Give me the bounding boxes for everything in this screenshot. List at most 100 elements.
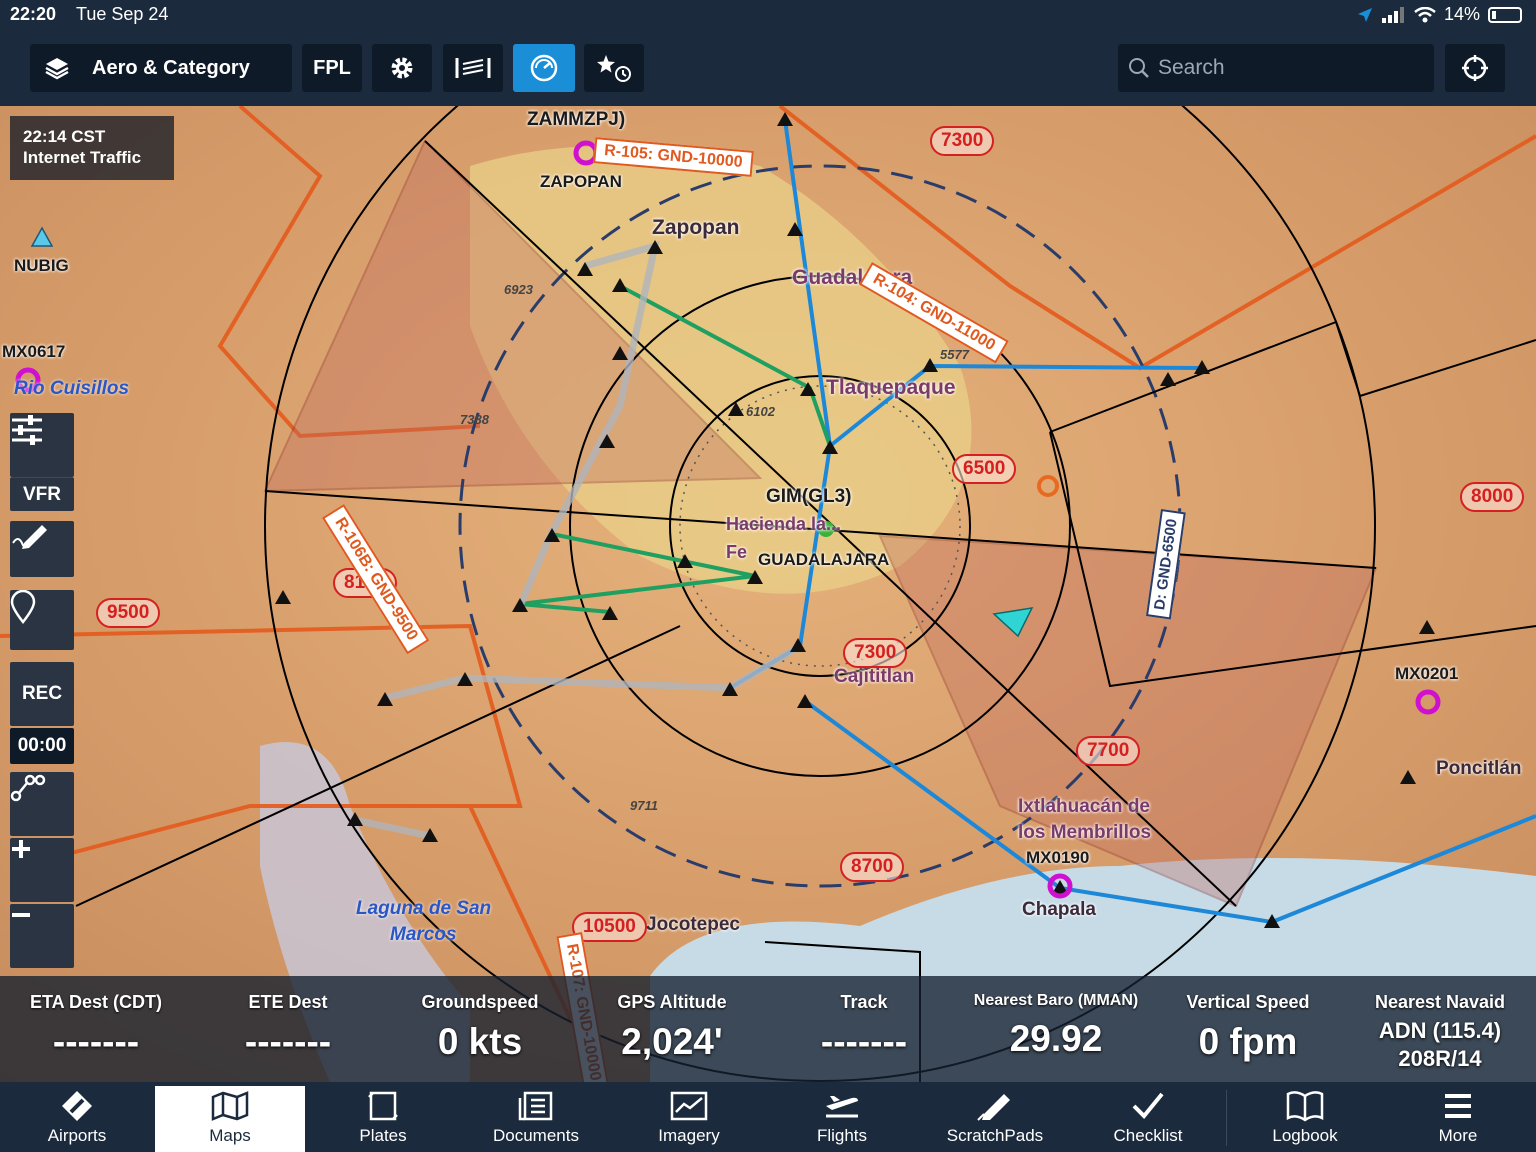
flights-icon (826, 1096, 858, 1118)
tab-label: ScratchPads (946, 1126, 1044, 1145)
airport-icon (62, 1091, 92, 1121)
scratchpad-icon (977, 1094, 1010, 1121)
instrument-nearest-navaid[interactable]: Nearest Navaid ADN (115.4) 208R/14 (1344, 976, 1536, 1082)
label-guadalajara-airport: GUADALAJARA (758, 550, 890, 569)
minus-icon (12, 913, 30, 917)
status-time: 22:20 (10, 4, 57, 24)
altitude-label: 7300 (930, 126, 995, 156)
tab-label: Maps (209, 1126, 251, 1145)
label-mx0617: MX0617 (2, 342, 66, 361)
logbook-icon (1286, 1091, 1324, 1122)
search-input[interactable] (1158, 56, 1428, 80)
instrument-ete[interactable]: ETE Dest ------- (192, 976, 384, 1082)
instrument-track[interactable]: Track ------- (768, 976, 960, 1082)
battery-icon (1488, 6, 1522, 23)
altitude-label: 9500 (96, 598, 161, 628)
status-indicators: 14% (1356, 4, 1522, 25)
map-pin-icon (10, 590, 36, 624)
instrument-caption: Vertical Speed (1186, 992, 1310, 1012)
documents-icon (518, 1091, 553, 1121)
weather-button[interactable] (443, 44, 503, 92)
map-filter-button[interactable] (10, 413, 74, 477)
layers-icon (45, 58, 69, 80)
instrument-value: 0 fpm (1198, 1021, 1298, 1062)
tab-label: Plates (359, 1126, 407, 1145)
label-fe: Fe (726, 542, 748, 562)
spot-elevation: 5577 (940, 347, 969, 362)
traffic-time: 22:14 CST (23, 127, 106, 146)
imagery-icon (670, 1091, 708, 1121)
timer-display[interactable]: 00:00 (10, 728, 74, 764)
map-icon (211, 1091, 249, 1121)
tab-maps[interactable]: Maps (155, 1086, 305, 1152)
label-ixtlahuacan: Ixtlahuacán de (1018, 796, 1150, 817)
search-box[interactable] (1118, 44, 1434, 92)
tab-airports[interactable]: Airports (2, 1086, 152, 1152)
map-toolbar: Aero & Category FPL (0, 30, 1536, 106)
map-view[interactable]: 22:14 CST Internet Traffic ZAMMZPJ) ZAPO… (0, 106, 1536, 1082)
label-mx0201: MX0201 (1395, 664, 1459, 683)
checklist-icon (1132, 1092, 1164, 1119)
fpl-button[interactable]: FPL (302, 44, 362, 92)
label-ixtlahuacan-2: los Membrillos (1018, 822, 1152, 843)
tab-more[interactable]: More (1383, 1086, 1533, 1152)
battery-percent: 14% (1443, 4, 1480, 24)
zoom-in-button[interactable] (10, 838, 74, 902)
tab-label: Documents (493, 1126, 579, 1145)
tab-checklist[interactable]: Checklist (1073, 1086, 1223, 1152)
favorites-recents-button[interactable] (584, 44, 644, 92)
drop-pin-button[interactable] (10, 590, 74, 650)
tab-logbook[interactable]: Logbook (1230, 1086, 1380, 1152)
instrument-panel[interactable]: ETA Dest (CDT) ------- ETE Dest ------- … (0, 976, 1536, 1082)
sliders-icon (12, 415, 42, 445)
tab-flights[interactable]: Flights (767, 1086, 917, 1152)
instrument-value: ADN (115.4) (1378, 1018, 1502, 1043)
label-jocotepec: Jocotepec (646, 914, 740, 935)
wind-icon (455, 58, 491, 78)
map-canvas[interactable] (0, 106, 1536, 1082)
spot-elevation: 6923 (504, 282, 533, 297)
label-cajititlan: Cajititlan (834, 666, 915, 687)
zoom-out-button[interactable] (10, 904, 74, 968)
tab-plates[interactable]: Plates (308, 1086, 458, 1152)
map-settings-button[interactable] (372, 44, 432, 92)
gauge-icon (530, 54, 558, 82)
instrument-gps-altitude[interactable]: GPS Altitude 2,024' (576, 976, 768, 1082)
tab-scratchpads[interactable]: ScratchPads (920, 1086, 1070, 1152)
tab-divider (1226, 1090, 1227, 1146)
label-zapopan-city: Zapopan (652, 216, 740, 239)
route-icon (10, 774, 46, 802)
instrument-nearest-baro[interactable]: Nearest Baro (MMAN) 29.92 (960, 976, 1152, 1082)
instrument-value: 29.92 (1009, 1018, 1103, 1059)
layers-label: Aero & Category (92, 56, 250, 79)
record-track-button[interactable]: REC (10, 662, 74, 726)
altitude-label: 6500 (952, 454, 1017, 484)
traffic-source: Internet Traffic (23, 148, 142, 167)
cellular-signal-icon (1381, 6, 1404, 23)
instrument-value: ------- (52, 1021, 140, 1062)
menu-icon (1445, 1094, 1471, 1118)
instrument-caption: ETE Dest (248, 992, 328, 1012)
instruments-button[interactable] (513, 44, 575, 92)
spot-elevation: 9711 (630, 798, 658, 813)
vfr-chart-toggle[interactable]: VFR (10, 477, 74, 511)
instrument-vertical-speed[interactable]: Vertical Speed 0 fpm (1152, 976, 1344, 1082)
instrument-caption: Nearest Navaid (1374, 992, 1506, 1012)
tab-documents[interactable]: Documents (461, 1086, 611, 1152)
label-zapopan-id: ZAMMZPJ) (527, 109, 626, 130)
layers-button[interactable]: Aero & Category (30, 44, 292, 92)
label-mx0190: MX0190 (1026, 848, 1090, 867)
instrument-eta[interactable]: ETA Dest (CDT) ------- (0, 976, 192, 1082)
draw-button[interactable] (10, 521, 74, 577)
label-nubig: NUBIG (14, 256, 69, 275)
plates-icon (368, 1091, 398, 1121)
route-button[interactable] (10, 772, 74, 836)
instrument-groundspeed[interactable]: Groundspeed 0 kts (384, 976, 576, 1082)
crosshair-icon (1462, 55, 1488, 81)
tab-imagery[interactable]: Imagery (614, 1086, 764, 1152)
wifi-icon (1414, 6, 1436, 22)
center-location-button[interactable] (1445, 44, 1505, 92)
altitude-label: 10500 (572, 912, 647, 942)
tab-label: More (1438, 1126, 1478, 1145)
label-laguna-san-marcos-2: Marcos (390, 924, 457, 945)
